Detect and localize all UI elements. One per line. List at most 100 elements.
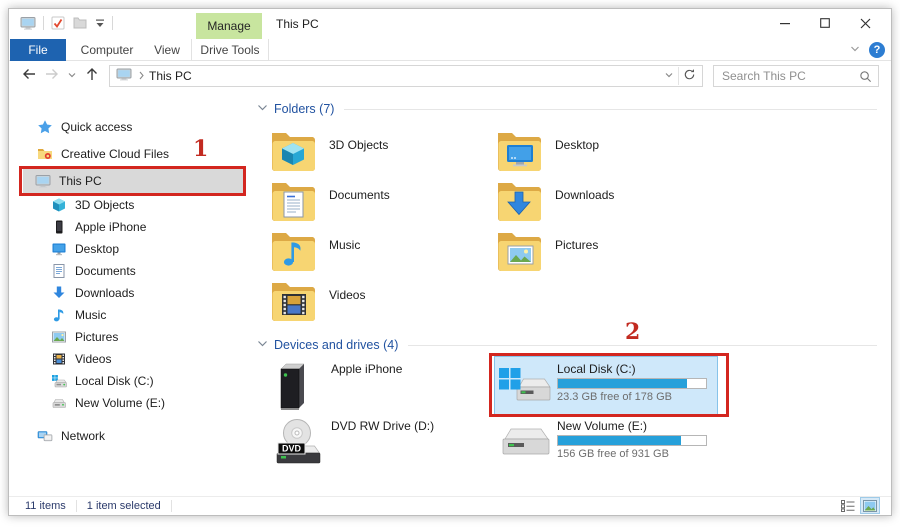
film-icon: [51, 351, 67, 367]
folder-documents-icon: [269, 179, 321, 228]
up-icon[interactable]: [84, 66, 100, 87]
expand-ribbon-chevron-icon[interactable]: [849, 43, 861, 58]
thumbnail-view-icon[interactable]: [860, 497, 880, 514]
local-disk-c-icon: [497, 360, 553, 413]
device-tile-new-volume-e[interactable]: New Volume (E:) 156 GB free of 931 GB: [495, 414, 717, 471]
folder-tile-pictures[interactable]: Pictures: [495, 229, 721, 279]
search-box: [713, 65, 879, 87]
device-name: New Volume (E:): [557, 419, 648, 433]
sidebar-item-3d-objects[interactable]: 3D Objects: [9, 194, 249, 216]
device-tile-apple-iphone[interactable]: Apple iPhone: [269, 357, 491, 414]
tab-file[interactable]: File: [10, 39, 66, 61]
details-view-icon[interactable]: [839, 498, 857, 513]
collapse-chevron-icon[interactable]: [257, 100, 268, 118]
new-folder-icon[interactable]: [72, 15, 88, 31]
folder-tile-3d-objects[interactable]: 3D Objects: [269, 129, 495, 179]
folders-section-header[interactable]: Folders (7): [257, 101, 883, 117]
quick-access-toolbar: [19, 15, 113, 31]
close-button[interactable]: [845, 11, 885, 35]
sidebar-item-label: This PC: [59, 174, 102, 188]
forward-icon[interactable]: [44, 66, 60, 87]
capacity-bar: [557, 435, 707, 446]
search-icon[interactable]: [859, 70, 872, 88]
device-tile-local-disk-c[interactable]: 2 Local Disk (C:) 23.3 GB free of 178 GB: [489, 321, 729, 417]
minimize-button[interactable]: [765, 11, 805, 35]
sidebar-item-creative-cloud-files[interactable]: Creative Cloud Files: [9, 140, 249, 167]
sidebar-item-label: Quick access: [61, 119, 133, 134]
music-note-icon: [51, 307, 67, 323]
device-name: DVD RW Drive (D:): [331, 419, 435, 433]
address-dropdown-chevron-icon[interactable]: [664, 69, 674, 83]
creative-cloud-folder-icon: [37, 146, 53, 162]
tab-computer[interactable]: Computer: [71, 39, 143, 61]
breadcrumb-this-pc[interactable]: This PC: [149, 69, 192, 83]
desktop-icon: [51, 241, 67, 257]
sidebar-item-documents[interactable]: Documents: [9, 260, 249, 282]
sidebar-item-apple-iphone[interactable]: Apple iPhone: [9, 216, 249, 238]
windows-drive-icon: [51, 373, 67, 389]
picture-icon: [51, 329, 67, 345]
devices-section-header[interactable]: Devices and drives (4): [257, 337, 883, 353]
sidebar-item-new-volume-e[interactable]: New Volume (E:): [9, 392, 249, 414]
folder-tile-documents[interactable]: Documents: [269, 179, 495, 229]
folder-tile-downloads[interactable]: Downloads: [495, 179, 721, 229]
sidebar-item-label: Network: [61, 428, 106, 443]
customize-toolbar-icon[interactable]: [94, 17, 106, 29]
tile-label: Music: [329, 238, 361, 252]
cube-icon: [51, 197, 67, 213]
sidebar-item-label: Local Disk (C:): [75, 374, 154, 388]
sidebar-item-desktop[interactable]: Desktop: [9, 238, 249, 260]
tile-label: Pictures: [555, 238, 599, 252]
sidebar-item-pictures[interactable]: Pictures: [9, 326, 249, 348]
annotation-number-2: 2: [625, 319, 641, 345]
capacity-text: 156 GB free of 931 GB: [557, 448, 669, 460]
tile-label: Desktop: [555, 138, 600, 152]
folder-videos-icon: [269, 279, 321, 328]
sidebar-item-music[interactable]: Music: [9, 304, 249, 326]
tab-manage[interactable]: Manage: [196, 13, 262, 39]
recent-locations-chevron-icon[interactable]: [67, 67, 77, 85]
selection-count: 1 item selected: [86, 500, 161, 512]
section-title: Folders (7): [274, 102, 335, 116]
navigation-pane: Quick access Creative Cloud Files 1 This…: [9, 91, 249, 498]
help-icon[interactable]: ?: [869, 42, 885, 58]
back-icon[interactable]: [21, 66, 37, 87]
folder-tile-music[interactable]: Music: [269, 229, 495, 279]
sidebar-item-this-pc[interactable]: 1 This PC: [19, 138, 246, 196]
sidebar-item-label: Creative Cloud Files: [61, 146, 170, 161]
network-icon: [37, 428, 53, 444]
sidebar-item-videos[interactable]: Videos: [9, 348, 249, 370]
properties-check-icon[interactable]: [50, 15, 66, 31]
status-separator: [170, 500, 172, 512]
window-title: This PC: [276, 17, 319, 31]
search-input[interactable]: [714, 66, 878, 86]
device-name: Apple iPhone: [331, 362, 403, 376]
sidebar-item-label: New Volume (E:): [75, 396, 166, 410]
sidebar-item-downloads[interactable]: Downloads: [9, 282, 249, 304]
folder-tile-desktop[interactable]: Desktop: [495, 129, 721, 179]
capacity-bar: [557, 378, 707, 389]
tab-view[interactable]: View: [143, 39, 191, 61]
sidebar-item-label: 3D Objects: [75, 198, 135, 212]
phone-icon: [51, 219, 67, 235]
tab-drive-tools[interactable]: Drive Tools: [191, 39, 269, 61]
breadcrumb-chevron-icon: [138, 69, 145, 83]
device-tile-dvd-rw-drive-d[interactable]: DVD DVD RW Drive (D:): [269, 414, 491, 471]
this-pc-icon: [35, 173, 51, 189]
address-bar[interactable]: This PC: [109, 65, 703, 87]
collapse-chevron-icon[interactable]: [257, 336, 268, 354]
dvd-drive-icon: DVD: [271, 417, 327, 472]
tile-label: Documents: [329, 188, 390, 202]
computer-icon[interactable]: [19, 15, 37, 31]
folder-desktop-icon: [495, 129, 547, 178]
svg-text:DVD: DVD: [282, 444, 302, 454]
refresh-icon[interactable]: [683, 68, 696, 84]
sidebar-item-local-disk-c[interactable]: Local Disk (C:): [9, 370, 249, 392]
devices-grid: Apple iPhone 2 Local Disk (C:) 23.3 GB f…: [269, 321, 883, 471]
folder-tile-videos[interactable]: Videos: [269, 279, 495, 329]
sidebar-item-network[interactable]: Network: [9, 422, 249, 449]
toolbar-separator: [43, 16, 44, 30]
items-count: 11 items: [25, 500, 66, 512]
maximize-button[interactable]: [805, 11, 845, 35]
sidebar-item-quick-access[interactable]: Quick access: [9, 113, 249, 140]
